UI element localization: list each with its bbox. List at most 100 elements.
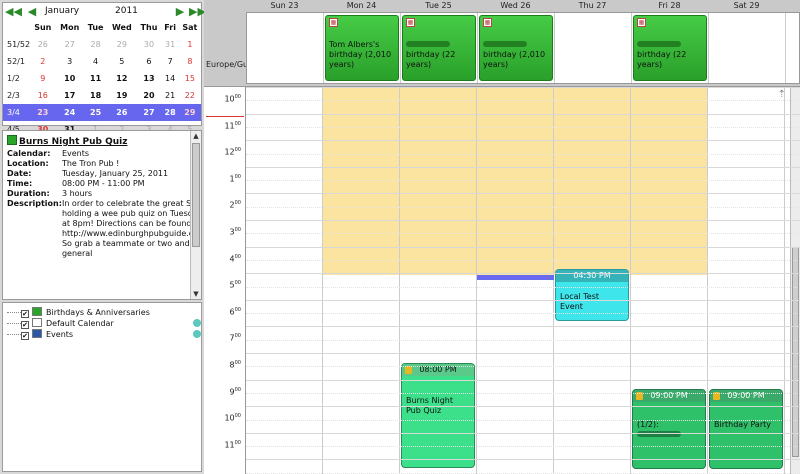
mini-calendar-day[interactable]: 2 [30, 53, 55, 70]
detail-value: Events [61, 149, 90, 158]
day-header-label[interactable]: Sat 29 [708, 0, 785, 12]
week-number[interactable]: 2/3 [3, 87, 30, 104]
mini-calendar-day[interactable]: 4 [84, 53, 107, 70]
all-day-column[interactable] [709, 13, 786, 83]
calendar-list-item[interactable]: ✔ Default Calendar [7, 318, 203, 329]
mini-calendar-day[interactable]: 26 [30, 36, 55, 53]
detail-row: Date: Tuesday, January 25, 2011 [7, 169, 201, 179]
mini-calendar-day[interactable]: 12 [107, 70, 136, 87]
hour-gridline [246, 113, 800, 115]
calendar-event[interactable]: 09:00 PM Birthday Party [709, 389, 783, 469]
birthday-event[interactable]: ▦ Tom Albers's birthday (2,010 years) [325, 15, 399, 81]
mini-calendar-day[interactable]: 13 [136, 70, 161, 87]
mini-calendar-day[interactable]: 9 [30, 70, 55, 87]
weekday-header: Tue [87, 23, 104, 32]
mini-calendar-day[interactable]: 23 [30, 104, 56, 121]
mini-calendar-day[interactable]: 25 [83, 104, 108, 121]
tree-connector [7, 329, 21, 335]
mini-calendar-day[interactable]: 27 [56, 36, 84, 53]
day-header-label[interactable]: Sun 23 [246, 0, 323, 12]
day-column[interactable] [323, 87, 400, 474]
scroll-thumb[interactable] [192, 143, 200, 247]
mini-calendar-day[interactable]: 28 [161, 104, 179, 121]
mini-calendar-day[interactable]: 21 [161, 87, 178, 104]
mini-calendar-week: 2/3 16 17 18 19 20 21 22 [3, 87, 201, 104]
mini-calendar-day[interactable]: 7 [161, 53, 178, 70]
mini-calendar-day[interactable]: 22 [179, 87, 201, 104]
mini-calendar-day[interactable]: 24 [55, 104, 84, 121]
mini-calendar-day[interactable]: 30 [136, 36, 161, 53]
mini-calendar-day[interactable]: 3 [56, 53, 84, 70]
mini-calendar-day[interactable]: 27 [136, 104, 162, 121]
all-day-column[interactable] [247, 13, 324, 83]
day-columns[interactable]: 04:30 PM Local Test Event 08:00 PM Burns Ni… [246, 87, 800, 474]
year-spinbox[interactable]: 2011 [115, 6, 138, 16]
mini-calendar-grid: Sun Mon Tue Wed Thu Fri Sat 51/52 26 27 28 2… [3, 19, 201, 138]
half-hour-gridline [246, 366, 800, 368]
mini-calendar-day[interactable]: 17 [56, 87, 84, 104]
birthday-event[interactable]: ▦ birthday (22 years) [402, 15, 476, 81]
left-arrow-icon[interactable]: ◀ [25, 5, 39, 19]
mini-calendar-day[interactable]: 11 [84, 70, 107, 87]
mini-calendar-day[interactable]: 20 [136, 87, 161, 104]
hour-label: 1000 [224, 94, 241, 104]
day-column[interactable] [246, 87, 323, 474]
day-header-label[interactable]: Tue 25 [400, 0, 477, 12]
scroll-thumb[interactable] [792, 247, 799, 457]
week-number[interactable]: 1/2 [3, 70, 30, 87]
calendar-list-item[interactable]: ✔ Birthdays & Anniversaries [7, 307, 203, 318]
day-header-label[interactable]: Fri 28 [631, 0, 708, 12]
hour-label: 1200 [224, 147, 241, 157]
mini-calendar-day[interactable]: 5 [107, 53, 136, 70]
mini-calendar-day[interactable]: 8 [179, 53, 201, 70]
double-right-arrow-icon[interactable]: ▶▶ [189, 5, 206, 19]
all-day-area[interactable]: ▦ Tom Albers's birthday (2,010 years) ▦ bir… [246, 12, 800, 84]
hour-label: 300 [229, 227, 241, 237]
calendar-icon [7, 135, 17, 145]
mini-calendar-day[interactable]: 6 [136, 53, 161, 70]
week-number[interactable]: 51/52 [3, 36, 30, 53]
mini-calendar-day[interactable]: 29 [178, 104, 201, 121]
checkbox[interactable]: ✔ [21, 321, 29, 329]
double-left-arrow-icon[interactable]: ◀◀ [5, 5, 22, 19]
birthday-event[interactable]: ▦ birthday (2,010 years) [479, 15, 553, 81]
mini-calendar-day[interactable]: 14 [161, 70, 178, 87]
checkbox[interactable]: ✔ [21, 332, 29, 340]
weekday-header: Thu [140, 23, 158, 32]
calendar-app: ◀◀ ◀ January 2011 ▶ ▶▶ Sun Mon Tue Wed T… [0, 0, 800, 474]
mini-calendar-day[interactable]: 28 [84, 36, 107, 53]
event-details-title[interactable]: Burns Night Pub Quiz [7, 135, 127, 147]
month-label[interactable]: January [45, 6, 79, 16]
weekday-header: Sat [182, 23, 198, 32]
day-column[interactable] [477, 87, 554, 474]
mini-calendar-day[interactable]: 10 [56, 70, 84, 87]
event-time-header: 09:00 PM [633, 390, 705, 402]
day-header-label[interactable]: Mon 24 [323, 0, 400, 12]
day-header-label[interactable]: Wed 26 [477, 0, 554, 12]
scroll-down-icon[interactable]: ▼ [191, 289, 201, 299]
mini-calendar-day[interactable]: 18 [84, 87, 107, 104]
mini-calendar-day[interactable]: 15 [179, 70, 201, 87]
mini-calendar-day[interactable]: 29 [107, 36, 136, 53]
mini-calendar-day[interactable]: 16 [30, 87, 55, 104]
week-number[interactable]: 3/4 [3, 104, 31, 121]
checkbox[interactable]: ✔ [21, 310, 29, 318]
expand-icon[interactable]: ⇡ [778, 89, 786, 100]
mini-calendar-day[interactable]: 26 [107, 104, 137, 121]
scroll-up-icon[interactable]: ▲ [191, 131, 201, 141]
mini-calendar-day[interactable]: 31 [161, 36, 178, 53]
birthday-event[interactable]: ▦ birthday (22 years) [633, 15, 707, 81]
vertical-scrollbar[interactable] [790, 87, 800, 474]
all-day-column[interactable] [555, 13, 632, 83]
calendar-name: Default Calendar [46, 319, 114, 328]
event-details-table: Calendar: Events Location: The Tron Pub ! Da… [7, 149, 201, 259]
details-scrollbar[interactable]: ▲ ▼ [190, 131, 201, 299]
time-grid[interactable]: 1000 1100 1200 100 200 300 400 500 600 700 800 900 1… [204, 86, 800, 474]
week-number[interactable]: 52/1 [3, 53, 30, 70]
calendar-event[interactable]: 09:00 PM (1/2): [632, 389, 706, 469]
calendar-list-item[interactable]: ✔ Events [7, 329, 203, 340]
mini-calendar-day[interactable]: 1 [179, 36, 201, 53]
right-arrow-icon[interactable]: ▶ [173, 5, 187, 19]
day-header-label[interactable]: Thu 27 [554, 0, 631, 12]
mini-calendar-day[interactable]: 19 [107, 87, 136, 104]
